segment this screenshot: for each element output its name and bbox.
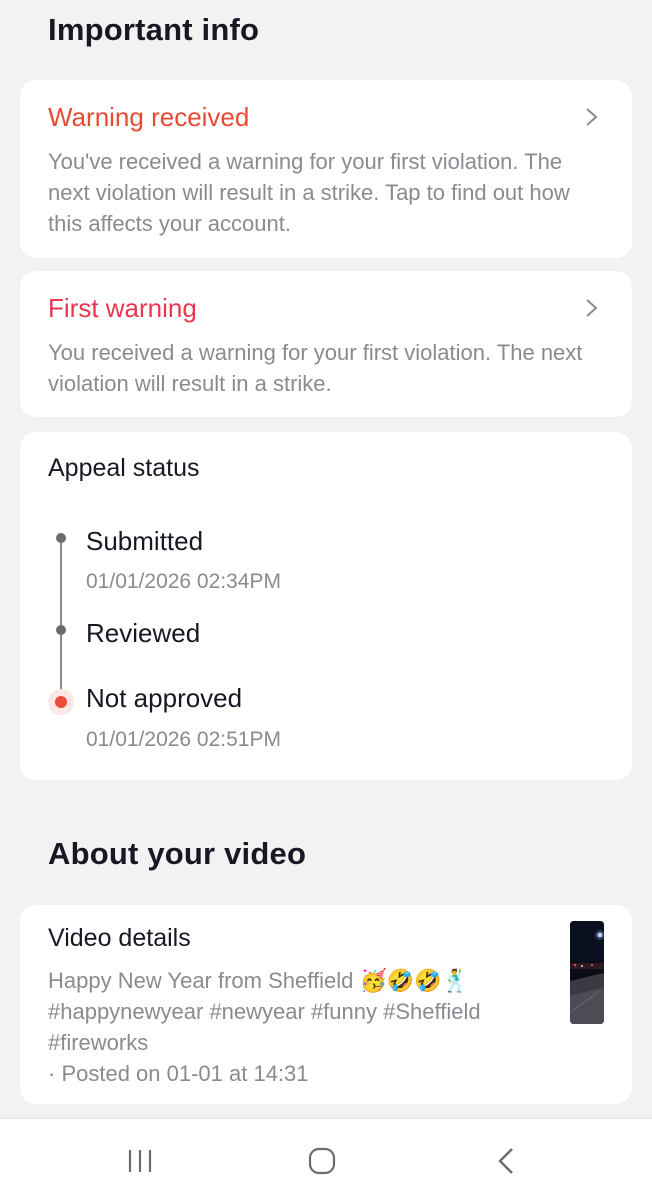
step-not-approved-date: 01/01/2026 02:51PM	[86, 728, 281, 751]
video-caption: Happy New Year from Sheffield 🥳🤣🤣🕺 #happ…	[48, 965, 558, 1089]
warning-received-card[interactable]: Warning received You've received a warni…	[20, 80, 632, 258]
first-warning-card[interactable]: First warning You received a warning for…	[20, 271, 632, 417]
video-caption-text: Happy New Year from Sheffield 🥳🤣🤣🕺	[48, 968, 470, 993]
chevron-right-icon	[586, 108, 598, 126]
video-thumbnail[interactable]	[570, 921, 604, 1024]
about-video-heading: About your video	[48, 836, 307, 871]
appeal-details-screen: Important info Warning received You've r…	[0, 0, 652, 1200]
home-icon[interactable]	[304, 1146, 340, 1176]
back-icon[interactable]	[488, 1146, 524, 1176]
status-indicator-dot	[55, 696, 67, 708]
step-not-approved-label: Not approved	[86, 683, 243, 713]
timeline-dot-submitted	[56, 533, 66, 543]
step-reviewed-label: Reviewed	[86, 618, 201, 648]
video-posted-date: · Posted on 01-01 at 14:31	[48, 1061, 309, 1086]
warning-received-title: Warning received	[48, 102, 250, 132]
important-info-heading: Important info	[48, 12, 260, 47]
step-submitted-label: Submitted	[86, 526, 204, 556]
video-details-title: Video details	[48, 924, 191, 952]
recent-apps-icon[interactable]	[122, 1146, 158, 1176]
timeline-dot-not-approved	[48, 689, 74, 715]
appeal-status-card: Appeal status Submitted 01/01/2026 02:34…	[20, 432, 632, 780]
timeline-dot-reviewed	[56, 625, 66, 635]
first-warning-title: First warning	[48, 293, 197, 323]
first-warning-description: You received a warning for your first vi…	[48, 340, 583, 396]
step-submitted-date: 01/01/2026 02:34PM	[86, 570, 281, 593]
timeline-line	[60, 538, 62, 700]
warning-received-description: You've received a warning for your first…	[48, 149, 570, 236]
video-hashtags-continued: #fireworks	[48, 1030, 149, 1055]
video-details-card[interactable]: Video details Happy New Year from Sheffi…	[20, 905, 632, 1104]
video-hashtags: #happynewyear #newyear #funny #Sheffield	[48, 999, 481, 1024]
video-thumbnail-image	[570, 921, 604, 1024]
chevron-right-icon	[586, 299, 598, 317]
appeal-status-title: Appeal status	[48, 454, 200, 482]
system-navigation-bar	[0, 1118, 652, 1200]
